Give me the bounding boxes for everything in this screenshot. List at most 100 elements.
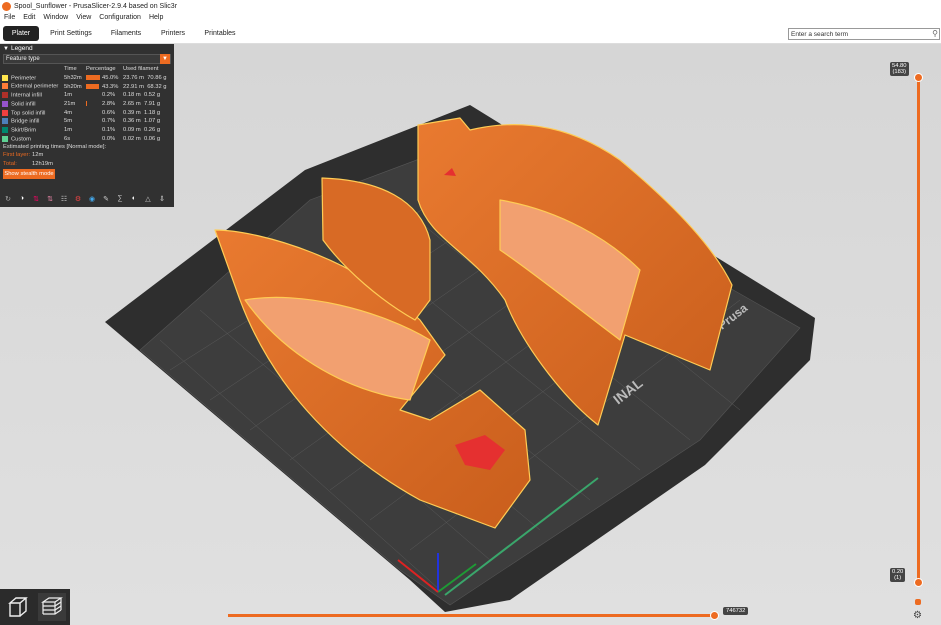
layer-slider-top-thumb[interactable] [914, 73, 923, 82]
custom-gcodes-icon[interactable]: ∑ [114, 193, 126, 204]
col-used-filament: Used filament [123, 66, 159, 73]
tab-plater[interactable]: Plater [3, 26, 39, 41]
percentage-bar [86, 83, 99, 89]
legend-header[interactable]: ▼ Legend [0, 44, 174, 53]
feature-used-filament: 2.65 m 7.91 g [123, 101, 161, 108]
layer-slider-track[interactable] [917, 76, 920, 582]
cube-icon [8, 597, 28, 617]
feature-percentage: 0.6% [102, 109, 116, 116]
search-icon[interactable]: ⚲ [932, 29, 938, 38]
feature-percentage: 0.7% [102, 118, 116, 125]
feature-time: 21m [64, 101, 76, 108]
menu-help[interactable]: Help [149, 14, 163, 21]
menu-bar: File Edit Window View Configuration Help [0, 12, 941, 23]
legend-row[interactable]: External perimeter 5h20m 43.3% 22.91 m 68.3… [2, 82, 167, 91]
feature-color-swatch [2, 109, 8, 116]
legend-row[interactable]: Internal infill 1m 0.2% 0.18 m 0.52 g [2, 91, 167, 100]
col-feature [2, 65, 64, 74]
color-changes-icon[interactable]: ◉ [86, 193, 98, 204]
3d-view-button[interactable] [4, 593, 32, 621]
total-value: 12h19m [32, 160, 53, 167]
feature-name: External perimeter [2, 82, 64, 91]
wipe-icon[interactable]: ◑ [16, 193, 28, 204]
cog-icon[interactable]: ⚙ [913, 610, 922, 621]
prusaslicer-logo-icon [2, 1, 11, 11]
feature-name: Solid infill [2, 100, 64, 109]
feature-color-swatch [2, 83, 8, 90]
feature-color-swatch [2, 74, 8, 81]
feature-time: 1m [64, 127, 73, 134]
feature-used-filament: 0.02 m 0.06 g [123, 135, 161, 142]
move-slider-track[interactable] [228, 614, 714, 617]
top-layer-number: (183) [892, 69, 907, 75]
preview-layers-button[interactable] [38, 593, 66, 621]
feature-used-filament: 0.09 m 0.26 g [123, 127, 161, 134]
feature-used-filament: 0.18 m 0.52 g [123, 92, 161, 99]
tab-printers[interactable]: Printers [155, 26, 191, 41]
feature-percentage: 0.0% [102, 135, 116, 142]
collapse-triangle-icon[interactable]: ▼ [3, 46, 9, 52]
layers-icon [41, 597, 63, 615]
feature-time: 4m [64, 109, 73, 116]
feature-name: Internal infill [2, 91, 64, 100]
layer-slider-bottom-label: 0.20 (1) [890, 568, 906, 582]
view-type-select[interactable]: Feature type ▼ [3, 54, 171, 64]
dropdown-arrow-icon[interactable]: ▼ [160, 54, 170, 64]
legend-option-icons: ↻ ◑ ⇅ ⇅ ☷ ⚙ ◉ ✎ ∑ ◐ △ ⇩ [2, 193, 170, 204]
view-type-value: Feature type [6, 56, 40, 62]
tab-print-settings[interactable]: Print Settings [46, 26, 96, 41]
first-layer-label: First layer: [3, 151, 31, 158]
retractions-icon[interactable]: ⇅ [30, 193, 42, 204]
legend-table: Time Percentage Used filament Perimeter 5… [2, 65, 167, 143]
pause-prints-icon[interactable]: ✎ [100, 193, 112, 204]
legend-row[interactable]: Perimeter 5h32m 45.0% 23.76 m 70.86 g [2, 74, 167, 83]
lock-icon[interactable] [915, 599, 921, 605]
tab-printables[interactable]: Printables [199, 26, 241, 41]
legend-row[interactable]: Custom 6s 0.0% 0.02 m 0.06 g [2, 135, 167, 144]
layer-slider-top-label: 54.80 (183) [890, 62, 909, 76]
legend-row[interactable]: Skirt/Brim 1m 0.1% 0.09 m 0.26 g [2, 126, 167, 135]
feature-color-swatch [2, 135, 8, 142]
shells-icon[interactable]: △ [142, 193, 154, 204]
layer-slider-bottom-thumb[interactable] [914, 578, 923, 587]
seams-icon[interactable]: ☷ [58, 193, 70, 204]
bottom-layer-number: (1) [894, 575, 902, 581]
legend-row[interactable]: Top solid infill 4m 0.6% 0.39 m 1.18 g [2, 108, 167, 117]
feature-used-filament: 23.76 m 70.86 g [123, 75, 167, 82]
percentage-bar [86, 101, 87, 107]
feature-name: Perimeter [2, 74, 64, 83]
menu-view[interactable]: View [76, 14, 91, 21]
legend-title: Legend [10, 45, 33, 52]
feature-color-swatch [2, 100, 8, 107]
feature-time: 5h20m [64, 83, 82, 90]
total-label: Total: [3, 160, 17, 167]
travel-icon[interactable]: ↻ [2, 193, 14, 204]
feature-used-filament: 0.36 m 1.07 g [123, 118, 161, 125]
legend-row[interactable]: Bridge infill 5m 0.7% 0.36 m 1.07 g [2, 117, 167, 126]
legend-row[interactable]: Solid infill 21m 2.8% 2.65 m 7.91 g [2, 100, 167, 109]
col-time: Time [64, 66, 77, 73]
menu-window[interactable]: Window [43, 14, 68, 21]
tool-changes-icon[interactable]: ⚙ [72, 193, 84, 204]
feature-percentage: 0.2% [102, 92, 116, 99]
tab-filaments[interactable]: Filaments [104, 26, 148, 41]
feature-percentage: 45.0% [86, 74, 123, 83]
feature-percentage: 43.3% [86, 82, 123, 91]
deretractions-icon[interactable]: ⇅ [44, 193, 56, 204]
show-stealth-mode-button[interactable]: Show stealth mode [3, 169, 55, 180]
search-input[interactable]: Enter a search term ⚲ [788, 28, 940, 40]
menu-configuration[interactable]: Configuration [99, 14, 141, 21]
tool-marker-icon[interactable]: ⇩ [156, 193, 168, 204]
tab-bar: Plater Print Settings Filaments Printers… [0, 23, 941, 44]
total-row: Total: 12h19m [0, 159, 174, 168]
feature-color-swatch [2, 92, 8, 99]
feature-color-swatch [2, 118, 8, 125]
feature-used-filament: 0.39 m 1.18 g [123, 109, 161, 116]
center-of-gravity-icon[interactable]: ◐ [128, 193, 140, 204]
feature-time: 5h32m [64, 75, 82, 82]
legend-panel: ▼ Legend Feature type ▼ Time Percentage … [0, 44, 174, 207]
move-slider-thumb[interactable] [710, 611, 719, 620]
feature-time: 5m [64, 118, 73, 125]
menu-edit[interactable]: Edit [23, 14, 35, 21]
menu-file[interactable]: File [4, 14, 15, 21]
